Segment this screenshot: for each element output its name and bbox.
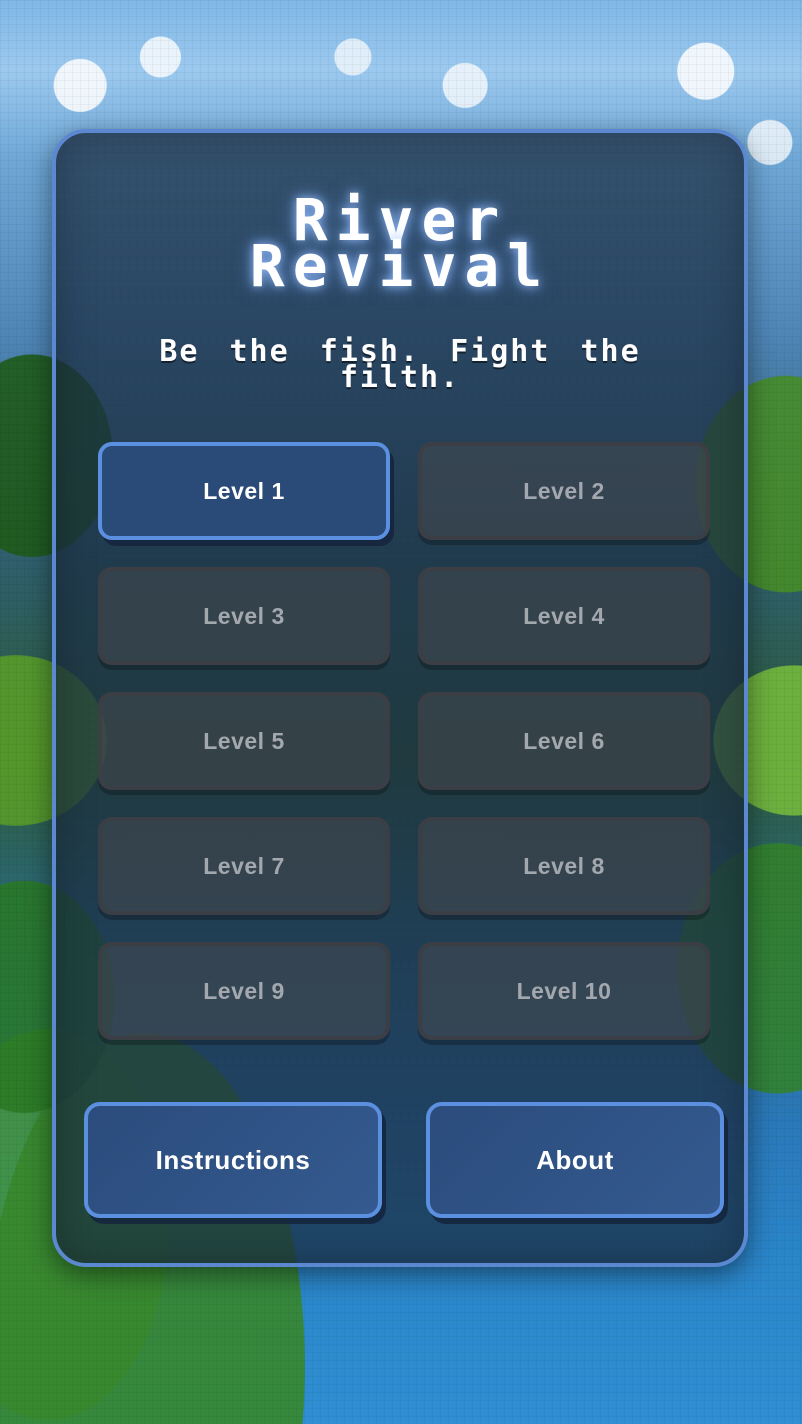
game-tagline: Be the fish. Fight the filth. — [159, 334, 641, 395]
main-menu-panel: River Revival Be the fish. Fight the fil… — [52, 129, 748, 1267]
game-title: River Revival — [249, 186, 551, 300]
menu-actions: Instructions About — [84, 1102, 724, 1218]
level-3-button[interactable]: Level 3 — [98, 567, 390, 665]
instructions-button[interactable]: Instructions — [84, 1102, 382, 1218]
level-select-grid: Level 1 Level 2 Level 3 Level 4 Level 5 … — [98, 442, 710, 1040]
level-8-button[interactable]: Level 8 — [418, 817, 710, 915]
level-6-button[interactable]: Level 6 — [418, 692, 710, 790]
level-1-button[interactable]: Level 1 — [98, 442, 390, 540]
game-screen: { "title": "River\nRevival", "tagline": … — [0, 0, 802, 1424]
level-2-button[interactable]: Level 2 — [418, 442, 710, 540]
level-7-button[interactable]: Level 7 — [98, 817, 390, 915]
level-10-button[interactable]: Level 10 — [418, 942, 710, 1040]
level-5-button[interactable]: Level 5 — [98, 692, 390, 790]
about-button[interactable]: About — [426, 1102, 724, 1218]
level-9-button[interactable]: Level 9 — [98, 942, 390, 1040]
level-4-button[interactable]: Level 4 — [418, 567, 710, 665]
